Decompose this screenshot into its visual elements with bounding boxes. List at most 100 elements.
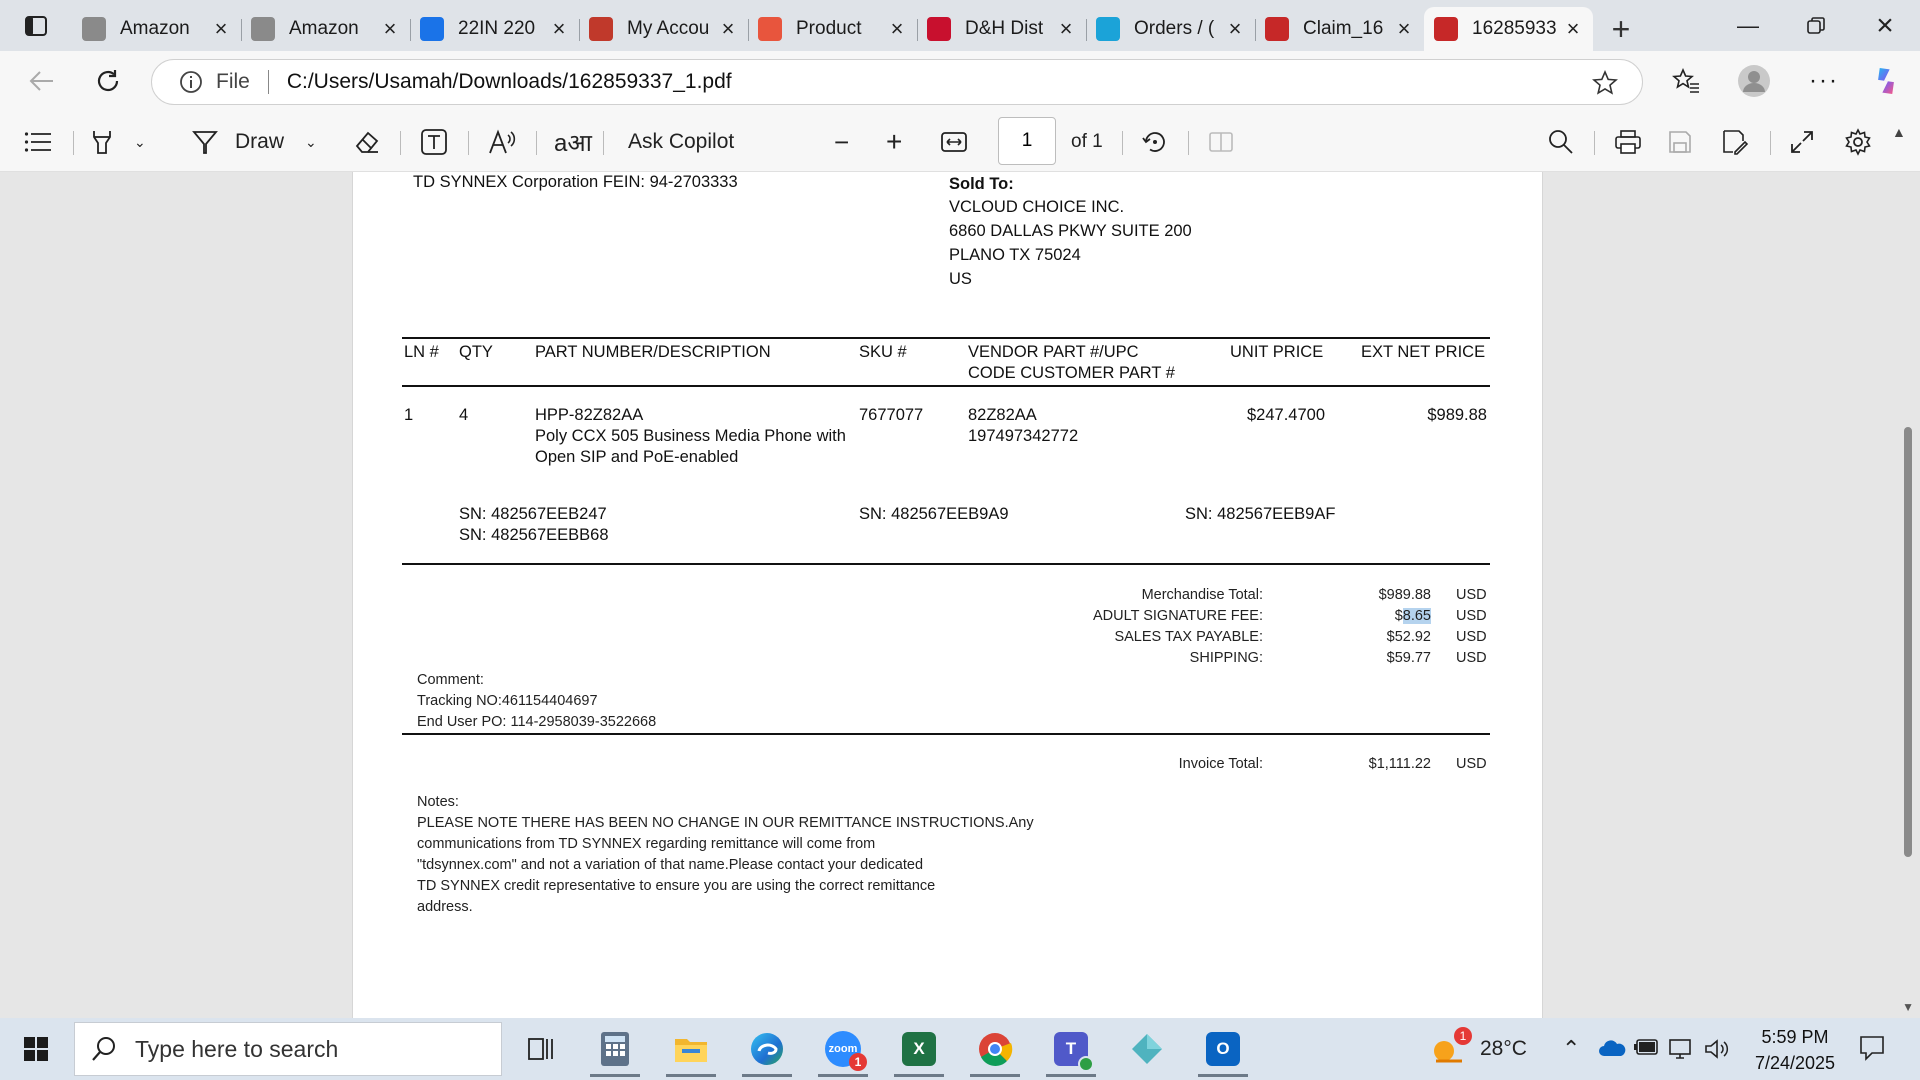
close-tab-icon[interactable]: × bbox=[380, 16, 400, 42]
draw-options-chevron-down-icon[interactable]: ⌄ bbox=[305, 123, 317, 161]
file-explorer-icon[interactable] bbox=[662, 1024, 720, 1077]
settings-more-icon[interactable]: ··· bbox=[1804, 61, 1844, 101]
restore-button[interactable] bbox=[1781, 0, 1851, 51]
currency: USD bbox=[1456, 629, 1487, 645]
save-as-icon[interactable] bbox=[1722, 123, 1748, 161]
scroll-down-arrow-icon[interactable]: ▼ bbox=[1902, 1000, 1914, 1014]
calculator-app-icon[interactable] bbox=[586, 1024, 644, 1077]
minimize-button[interactable]: — bbox=[1713, 0, 1783, 51]
browser-tab[interactable]: My Accou × bbox=[579, 7, 748, 51]
pdf-viewer-area[interactable]: TD SYNNEX Corporation FEIN: 94-2703333 S… bbox=[0, 172, 1920, 1018]
vertical-scrollbar-thumb[interactable] bbox=[1904, 427, 1912, 857]
refresh-button[interactable] bbox=[88, 61, 128, 101]
table-header-rule bbox=[402, 385, 1490, 387]
profile-avatar-icon[interactable] bbox=[1734, 61, 1774, 101]
browser-tab[interactable]: Amazon × bbox=[241, 7, 410, 51]
read-aloud-icon[interactable] bbox=[488, 123, 516, 161]
zoom-in-icon[interactable]: + bbox=[886, 123, 902, 161]
task-view-icon[interactable] bbox=[512, 1024, 570, 1074]
column-header-part: PART NUMBER/DESCRIPTION bbox=[535, 343, 771, 361]
new-tab-button[interactable]: + bbox=[1593, 7, 1649, 51]
browser-tab[interactable]: Product × bbox=[748, 7, 917, 51]
currency: USD bbox=[1456, 587, 1487, 603]
tab-title: 22IN 220 bbox=[458, 18, 536, 39]
find-search-icon[interactable] bbox=[1548, 123, 1574, 161]
onedrive-cloud-icon[interactable] bbox=[1598, 1038, 1626, 1064]
browser-tab[interactable]: Amazon × bbox=[72, 7, 241, 51]
taskbar-search-box[interactable]: Type here to search bbox=[74, 1022, 502, 1076]
line-sku: 7677077 bbox=[859, 406, 924, 424]
ask-copilot-button[interactable]: Ask Copilot bbox=[628, 123, 734, 161]
close-tab-icon[interactable]: × bbox=[718, 16, 738, 42]
network-icon[interactable] bbox=[1668, 1038, 1696, 1066]
weather-sun-icon: 1 bbox=[1430, 1027, 1472, 1067]
draw-button[interactable]: Draw bbox=[235, 123, 284, 161]
browser-tab[interactable]: 16285933 × bbox=[1424, 7, 1593, 51]
back-button[interactable] bbox=[22, 61, 62, 101]
fit-to-width-icon[interactable] bbox=[940, 123, 968, 161]
favorites-icon[interactable] bbox=[1666, 61, 1706, 101]
close-tab-icon[interactable]: × bbox=[211, 16, 231, 42]
system-clock[interactable]: 5:59 PM 7/24/2025 bbox=[1740, 1024, 1850, 1076]
currency: USD bbox=[1456, 650, 1487, 666]
battery-icon[interactable] bbox=[1634, 1038, 1660, 1062]
close-tab-icon[interactable]: × bbox=[1225, 16, 1245, 42]
page-count-label: of 1 bbox=[1071, 131, 1103, 152]
column-header-sku: SKU # bbox=[859, 343, 907, 361]
full-screen-icon[interactable] bbox=[1790, 123, 1814, 161]
zoom-out-icon[interactable]: − bbox=[834, 123, 849, 161]
close-tab-icon[interactable]: × bbox=[549, 16, 569, 42]
browser-tab[interactable]: Claim_16 × bbox=[1255, 7, 1424, 51]
add-text-icon[interactable] bbox=[420, 123, 448, 161]
close-tab-icon[interactable]: × bbox=[1563, 16, 1583, 42]
weather-widget[interactable]: 1 28°C bbox=[1430, 1018, 1527, 1080]
outlook-app-icon[interactable]: O bbox=[1194, 1024, 1252, 1077]
add-favorite-star-icon[interactable] bbox=[1592, 69, 1618, 101]
table-of-contents-icon[interactable] bbox=[24, 123, 52, 161]
highlight-icon[interactable] bbox=[90, 123, 116, 161]
zoom-app-icon[interactable]: zoom 1 bbox=[814, 1024, 872, 1077]
sold-to-line: 6860 DALLAS PKWY SUITE 200 bbox=[949, 222, 1192, 240]
browser-tab[interactable]: Orders / (× bbox=[1086, 7, 1255, 51]
excel-app-icon[interactable]: X bbox=[890, 1024, 948, 1077]
page-view-icon[interactable] bbox=[1208, 123, 1234, 161]
clock-time: 5:59 PM bbox=[1761, 1027, 1829, 1047]
shipping-label: SHIPPING: bbox=[1189, 650, 1263, 666]
close-window-button[interactable]: × bbox=[1850, 0, 1920, 51]
print-icon[interactable] bbox=[1614, 123, 1642, 161]
notifications-icon[interactable] bbox=[1858, 1034, 1886, 1068]
url-text[interactable]: C:/Users/Usamah/Downloads/162859337_1.pd… bbox=[287, 70, 732, 94]
totals-bottom-rule bbox=[402, 733, 1490, 735]
volume-speaker-icon[interactable] bbox=[1704, 1038, 1730, 1066]
url-divider bbox=[267, 70, 269, 94]
selected-text[interactable]: 8.65 bbox=[1402, 608, 1431, 624]
pdf-settings-gear-icon[interactable] bbox=[1844, 123, 1872, 161]
start-button[interactable] bbox=[0, 1018, 72, 1080]
account-icon bbox=[589, 17, 613, 41]
notes-label: Notes: bbox=[417, 794, 459, 810]
page-number-input[interactable] bbox=[998, 117, 1056, 165]
eraser-icon[interactable] bbox=[354, 123, 380, 161]
show-hidden-icons-chevron-up-icon[interactable]: ⌃ bbox=[1562, 1036, 1580, 1062]
chrome-browser-icon[interactable] bbox=[966, 1024, 1024, 1077]
url-bar[interactable]: File C:/Users/Usamah/Downloads/162859337… bbox=[151, 59, 1643, 105]
draw-pen-icon[interactable] bbox=[192, 123, 218, 161]
edge-browser-icon[interactable] bbox=[738, 1024, 796, 1077]
highlight-options-chevron-down-icon[interactable]: ⌄ bbox=[134, 123, 146, 161]
scroll-up-arrow-icon[interactable]: ▲ bbox=[1892, 113, 1906, 151]
close-tab-icon[interactable]: × bbox=[887, 16, 907, 42]
site-info-icon[interactable] bbox=[178, 69, 204, 95]
copilot-icon[interactable] bbox=[1866, 61, 1906, 101]
adult-signature-fee-amount: $8.65 bbox=[1394, 608, 1431, 624]
tab-actions-menu-icon[interactable] bbox=[0, 0, 72, 51]
translate-icon[interactable]: aआ bbox=[554, 123, 592, 161]
app-diamond-icon[interactable] bbox=[1118, 1024, 1176, 1074]
close-tab-icon[interactable]: × bbox=[1056, 16, 1076, 42]
browser-tab[interactable]: 22IN 220 × bbox=[410, 7, 579, 51]
search-icon bbox=[92, 1037, 115, 1061]
close-tab-icon[interactable]: × bbox=[1394, 16, 1414, 42]
save-icon[interactable] bbox=[1668, 123, 1692, 161]
teams-app-icon[interactable]: T bbox=[1042, 1024, 1100, 1077]
rotate-icon[interactable] bbox=[1141, 123, 1169, 161]
browser-tab[interactable]: D&H Dist × bbox=[917, 7, 1086, 51]
